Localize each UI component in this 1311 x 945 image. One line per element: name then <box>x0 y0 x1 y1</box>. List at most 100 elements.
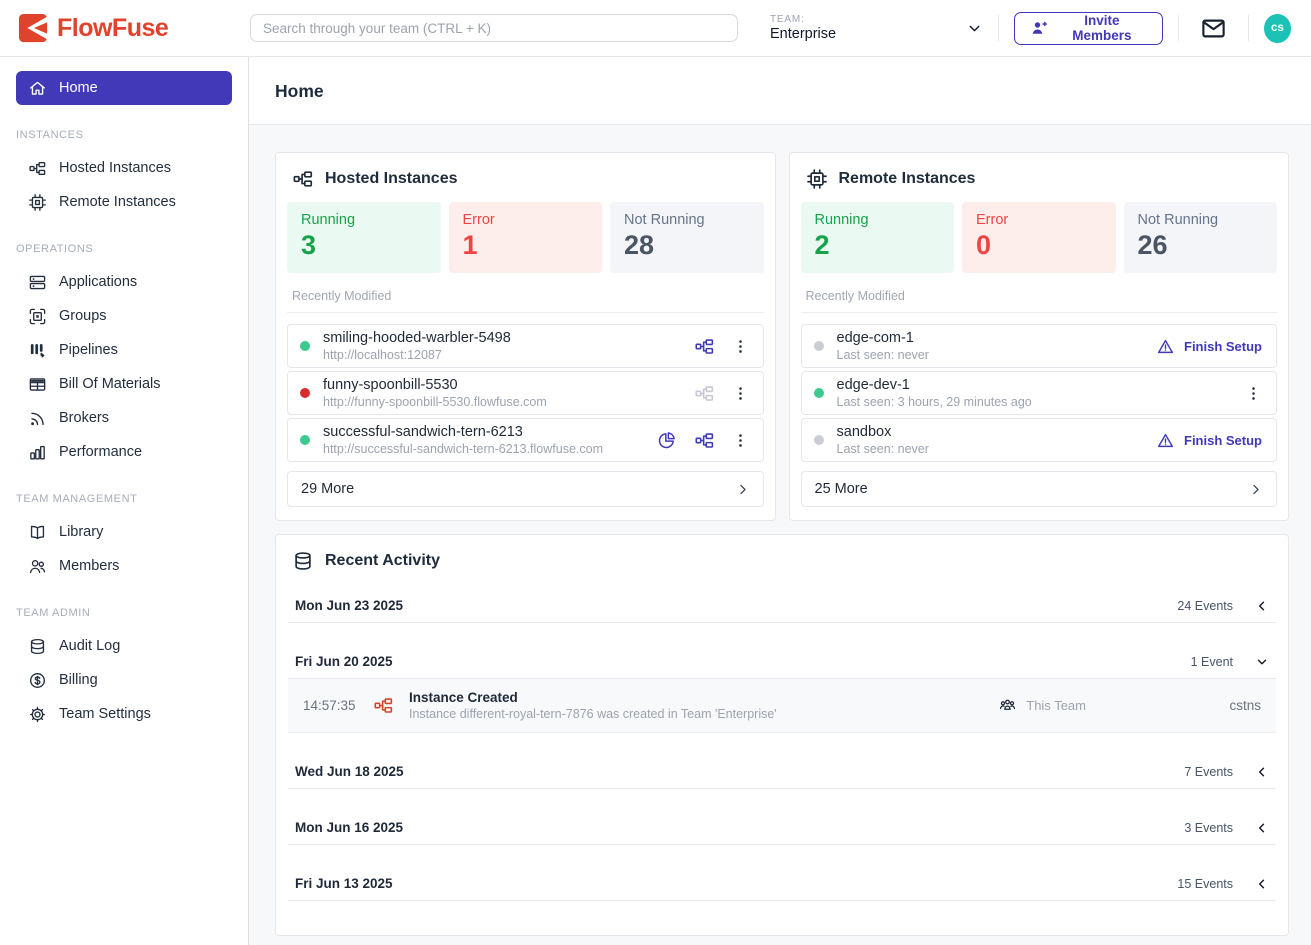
instance-name: funny-spoonbill-5530 <box>323 377 694 393</box>
warning-icon <box>1156 431 1175 450</box>
activity-date: Wed Jun 18 2025 <box>295 764 1184 779</box>
table-icon <box>28 375 47 394</box>
activity-group-toggle[interactable]: Mon Jun 16 2025 3 Events <box>288 810 1276 845</box>
instance-url: http://successful-sandwich-tern-6213.flo… <box>323 442 657 456</box>
header-divider <box>1248 15 1249 41</box>
chevron-left-icon <box>1255 765 1269 779</box>
instance-row[interactable]: funny-spoonbill-5530 http://funny-spoonb… <box>287 371 764 415</box>
chevron-left-icon <box>1255 877 1269 891</box>
users-icon <box>28 557 47 576</box>
device-row[interactable]: edge-dev-1 Last seen: 3 hours, 29 minute… <box>801 371 1278 415</box>
sidebar-item-team-settings[interactable]: Team Settings <box>16 697 232 731</box>
page-titlebar: Home <box>249 57 1311 125</box>
device-row[interactable]: edge-com-1 Last seen: never Finish Setup <box>801 324 1278 368</box>
remote-more-link[interactable]: 25 More <box>801 471 1278 507</box>
home-icon <box>28 79 47 98</box>
kebab-icon <box>732 385 749 402</box>
search-input[interactable] <box>250 14 738 42</box>
pipelines-icon <box>28 341 47 360</box>
device-row[interactable]: sandbox Last seen: never Finish Setup <box>801 418 1278 462</box>
user-avatar[interactable]: cs <box>1264 14 1291 43</box>
flowfuse-logo-icon <box>18 13 48 43</box>
open-editor-button[interactable] <box>694 336 715 357</box>
activity-date: Fri Jun 20 2025 <box>295 654 1191 669</box>
sidebar-item-members[interactable]: Members <box>16 549 232 583</box>
pie-chart-icon <box>657 430 677 450</box>
open-editor-button-disabled[interactable] <box>694 383 715 404</box>
notifications-button[interactable] <box>1194 15 1233 42</box>
kebab-icon <box>732 338 749 355</box>
sidebar-item-billing[interactable]: Billing <box>16 663 232 697</box>
sidebar-item-remote-instances[interactable]: Remote Instances <box>16 185 232 219</box>
top-header: FlowFuse TEAM: Enterprise Invite Members… <box>0 0 1311 57</box>
sidebar-section-instances: INSTANCES <box>16 129 232 141</box>
activity-group-toggle[interactable]: Mon Jun 23 2025 24 Events <box>288 588 1276 623</box>
invite-members-button[interactable]: Invite Members <box>1014 12 1163 45</box>
event-scope: This Team <box>998 696 1086 715</box>
kebab-menu-button[interactable] <box>732 338 749 355</box>
nodes-icon <box>694 430 715 451</box>
instance-url: http://funny-spoonbill-5530.flowfuse.com <box>323 395 694 409</box>
hosted-stat-not-running: Not Running 28 <box>610 202 764 273</box>
card-title: Remote Instances <box>839 170 976 188</box>
device-name: sandbox <box>837 424 1157 440</box>
team-name: Enterprise <box>770 26 966 42</box>
warning-icon <box>1156 337 1175 356</box>
instance-row[interactable]: smiling-hooded-warbler-5498 http://local… <box>287 324 764 368</box>
status-dot-running <box>300 435 310 445</box>
activity-date: Mon Jun 23 2025 <box>295 598 1177 613</box>
kebab-icon <box>1245 385 1262 402</box>
brand-name: FlowFuse <box>57 14 168 43</box>
instance-row[interactable]: successful-sandwich-tern-6213 http://suc… <box>287 418 764 462</box>
sidebar-item-groups[interactable]: Groups <box>16 299 232 333</box>
team-selector[interactable]: TEAM: Enterprise <box>770 14 983 42</box>
sidebar-item-performance[interactable]: Performance <box>16 435 232 469</box>
sidebar-item-brokers[interactable]: Brokers <box>16 401 232 435</box>
flowfuse-logo[interactable]: FlowFuse <box>18 13 250 43</box>
activity-group-toggle[interactable]: Fri Jun 20 2025 1 Event <box>288 644 1276 679</box>
sidebar-item-pipelines[interactable]: Pipelines <box>16 333 232 367</box>
sidebar-item-applications[interactable]: Applications <box>16 265 232 299</box>
kebab-menu-button[interactable] <box>732 385 749 402</box>
chevron-right-icon <box>1248 482 1263 497</box>
chevron-down-icon <box>1255 655 1269 669</box>
sidebar-section-team-management: TEAM MANAGEMENT <box>16 493 232 505</box>
chip-icon <box>28 193 47 212</box>
book-icon <box>28 523 47 542</box>
activity-group: Wed Jun 18 2025 7 Events <box>288 754 1276 789</box>
sidebar-item-audit-log[interactable]: Audit Log <box>16 629 232 663</box>
event-user: cstns <box>1086 698 1261 713</box>
finish-setup-button[interactable]: Finish Setup <box>1156 431 1262 450</box>
sidebar-item-home[interactable]: Home <box>16 71 232 105</box>
instance-name: successful-sandwich-tern-6213 <box>323 424 657 440</box>
nodes-icon <box>28 159 47 178</box>
card-title: Recent Activity <box>325 552 440 570</box>
dollar-icon <box>28 671 47 690</box>
user-plus-icon <box>1030 19 1048 37</box>
event-description: Instance different-royal-tern-7876 was c… <box>409 707 998 721</box>
activity-date: Fri Jun 13 2025 <box>295 876 1177 891</box>
activity-group-toggle[interactable]: Fri Jun 13 2025 15 Events <box>288 866 1276 901</box>
device-name: edge-com-1 <box>837 330 1157 346</box>
sidebar-item-library[interactable]: Library <box>16 515 232 549</box>
recently-modified-label: Recently Modified <box>801 289 1278 313</box>
device-last-seen: Last seen: 3 hours, 29 minutes ago <box>837 395 1246 409</box>
finish-setup-button[interactable]: Finish Setup <box>1156 337 1262 356</box>
database-icon <box>292 550 314 572</box>
kebab-menu-button[interactable] <box>732 432 749 449</box>
sidebar-item-hosted-instances[interactable]: Hosted Instances <box>16 151 232 185</box>
activity-group: Mon Jun 23 2025 24 Events <box>288 588 1276 623</box>
device-last-seen: Last seen: never <box>837 442 1157 456</box>
status-dot-stopped <box>814 341 824 351</box>
activity-group-toggle[interactable]: Wed Jun 18 2025 7 Events <box>288 754 1276 789</box>
dashboard-button[interactable] <box>657 430 677 450</box>
status-dot-error <box>300 388 310 398</box>
open-editor-button[interactable] <box>694 430 715 451</box>
apps-icon <box>28 273 47 292</box>
event-time: 14:57:35 <box>303 698 373 713</box>
sidebar-item-bill-of-materials[interactable]: Bill Of Materials <box>16 367 232 401</box>
device-name: edge-dev-1 <box>837 377 1246 393</box>
activity-event-count: 15 Events <box>1177 877 1233 891</box>
kebab-menu-button[interactable] <box>1245 385 1262 402</box>
hosted-more-link[interactable]: 29 More <box>287 471 764 507</box>
